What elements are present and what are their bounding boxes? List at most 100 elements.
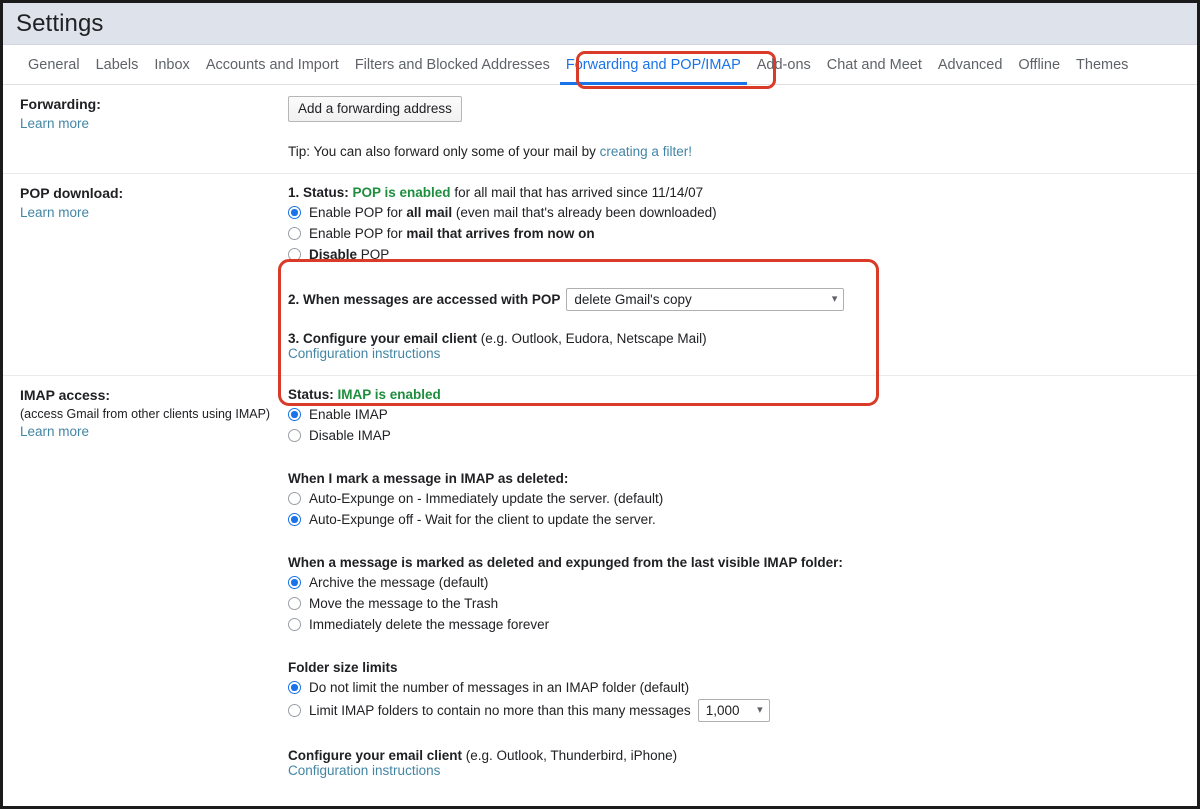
settings-tabbar: General Labels Inbox Accounts and Import… (3, 45, 1197, 85)
auto-expunge-on-label: Auto-Expunge on - Immediately update the… (309, 489, 663, 508)
radio-auto-expunge-on[interactable] (288, 492, 301, 505)
pop-step2-label: 2. When messages are accessed with POP (288, 292, 560, 307)
forwarding-tip-text: Tip: You can also forward only some of y… (288, 144, 600, 159)
imap-option-disable[interactable]: Disable IMAP (288, 426, 1197, 445)
imap-deleted-group: When a message is marked as deleted and … (288, 555, 1197, 634)
pop-option-disable[interactable]: Disable POP (288, 245, 1197, 264)
radio-folder-limit[interactable] (288, 704, 301, 717)
pop-opt2-post: POP (357, 247, 389, 262)
page-title: Settings (16, 10, 104, 38)
imap-enable-label: Enable IMAP (309, 405, 388, 424)
imap-configure-bold: Configure your email client (288, 748, 462, 763)
pop-option-from-now-on[interactable]: Enable POP for mail that arrives from no… (288, 224, 1197, 243)
imap-learn-more-link[interactable]: Learn more (20, 424, 89, 439)
imap-deleted-archive-option[interactable]: Archive the message (default) (288, 573, 1197, 592)
radio-delete-forever[interactable] (288, 618, 301, 631)
imap-configure-text: Configure your email client (e.g. Outloo… (288, 748, 1197, 763)
tab-offline[interactable]: Offline (1010, 45, 1068, 85)
folder-limit-value: 1,000 (706, 701, 740, 720)
imap-deleted-heading: When a message is marked as deleted and … (288, 555, 1197, 570)
forwarding-label-column: Forwarding: Learn more (3, 96, 288, 159)
pop-learn-more-link[interactable]: Learn more (20, 205, 89, 220)
pop-body: 1. Status: POP is enabled for all mail t… (288, 185, 1197, 361)
forwarding-tip: Tip: You can also forward only some of y… (288, 144, 1197, 159)
archive-message-label: Archive the message (default) (309, 573, 488, 592)
pop-step3-text: 3. Configure your email client (e.g. Out… (288, 331, 1197, 346)
pop-label-column: POP download: Learn more (3, 185, 288, 361)
tab-accounts-and-import[interactable]: Accounts and Import (198, 45, 347, 85)
radio-pop-disable[interactable] (288, 248, 301, 261)
folder-limit-select[interactable]: 1,000 ▾ (698, 699, 770, 722)
imap-subheading: (access Gmail from other clients using I… (20, 407, 288, 421)
imap-configure-client: Configure your email client (e.g. Outloo… (288, 748, 1197, 778)
forwarding-body: Add a forwarding address Tip: You can al… (288, 96, 1197, 159)
radio-imap-disable[interactable] (288, 429, 301, 442)
tab-chat-and-meet[interactable]: Chat and Meet (819, 45, 930, 85)
imap-status-value: IMAP is enabled (338, 387, 441, 402)
imap-deleted-trash-option[interactable]: Move the message to the Trash (288, 594, 1197, 613)
imap-body: Status: IMAP is enabled Enable IMAP Disa… (288, 387, 1197, 778)
imap-configuration-instructions-link[interactable]: Configuration instructions (288, 763, 440, 778)
imap-expunge-heading: When I mark a message in IMAP as deleted… (288, 471, 1197, 486)
settings-content: Forwarding: Learn more Add a forwarding … (3, 85, 1197, 792)
imap-expunge-off-option[interactable]: Auto-Expunge off - Wait for the client t… (288, 510, 1197, 529)
pop-status-value: POP is enabled (353, 185, 451, 200)
radio-archive-message[interactable] (288, 576, 301, 589)
tab-add-ons[interactable]: Add-ons (749, 45, 819, 85)
pop-opt0-pre: Enable POP for (309, 205, 406, 220)
radio-pop-from-now-on[interactable] (288, 227, 301, 240)
tab-themes[interactable]: Themes (1068, 45, 1136, 85)
radio-move-to-trash[interactable] (288, 597, 301, 610)
add-forwarding-address-button[interactable]: Add a forwarding address (288, 96, 462, 122)
forwarding-learn-more-link[interactable]: Learn more (20, 116, 89, 131)
creating-a-filter-link[interactable]: creating a filter! (600, 144, 692, 159)
pop-step2: 2. When messages are accessed with POP d… (288, 288, 1197, 311)
radio-auto-expunge-off[interactable] (288, 513, 301, 526)
pop-step3-rest: (e.g. Outlook, Eudora, Netscape Mail) (477, 331, 707, 346)
tab-advanced[interactable]: Advanced (930, 45, 1011, 85)
chevron-down-icon: ▾ (832, 294, 838, 305)
radio-imap-enable[interactable] (288, 408, 301, 421)
imap-label-column: IMAP access: (access Gmail from other cl… (3, 387, 288, 778)
pop-opt2-bold: Disable (309, 247, 357, 262)
forwarding-heading: Forwarding: (20, 96, 288, 112)
tab-labels[interactable]: Labels (88, 45, 147, 85)
imap-heading: IMAP access: (20, 387, 288, 403)
folder-no-limit-option[interactable]: Do not limit the number of messages in a… (288, 678, 1197, 697)
folder-limit-option[interactable]: Limit IMAP folders to contain no more th… (288, 699, 1197, 722)
imap-deleted-delete-option[interactable]: Immediately delete the message forever (288, 615, 1197, 634)
section-imap-access: IMAP access: (access Gmail from other cl… (3, 376, 1197, 792)
pop-access-action-select[interactable]: delete Gmail's copy ▾ (566, 288, 844, 311)
pop-opt0-post: (even mail that's already been downloade… (452, 205, 717, 220)
imap-option-enable[interactable]: Enable IMAP (288, 405, 1197, 424)
pop-opt1-bold: mail that arrives from now on (406, 226, 594, 241)
tab-filters-and-blocked-addresses[interactable]: Filters and Blocked Addresses (347, 45, 558, 85)
radio-no-folder-limit[interactable] (288, 681, 301, 694)
chevron-down-icon: ▾ (757, 705, 763, 716)
imap-folder-size-group: Folder size limits Do not limit the numb… (288, 660, 1197, 722)
folder-limit-label: Limit IMAP folders to contain no more th… (309, 701, 691, 720)
pop-status-line: 1. Status: POP is enabled for all mail t… (288, 185, 1197, 200)
radio-pop-all-mail[interactable] (288, 206, 301, 219)
pop-status-prefix: 1. Status: (288, 185, 353, 200)
pop-opt0-bold: all mail (406, 205, 452, 220)
pop-status-suffix: for all mail that has arrived since 11/1… (451, 185, 704, 200)
imap-expunge-group: When I mark a message in IMAP as deleted… (288, 471, 1197, 529)
pop-configuration-instructions-link[interactable]: Configuration instructions (288, 346, 440, 361)
imap-disable-label: Disable IMAP (309, 426, 391, 445)
tab-inbox[interactable]: Inbox (146, 45, 197, 85)
imap-expunge-on-option[interactable]: Auto-Expunge on - Immediately update the… (288, 489, 1197, 508)
pop-heading: POP download: (20, 185, 288, 201)
imap-configure-rest: (e.g. Outlook, Thunderbird, iPhone) (462, 748, 677, 763)
section-forwarding: Forwarding: Learn more Add a forwarding … (3, 85, 1197, 174)
settings-window: Settings General Labels Inbox Accounts a… (0, 0, 1200, 809)
folder-size-heading: Folder size limits (288, 660, 1197, 675)
window-header: Settings (3, 3, 1197, 45)
tab-general[interactable]: General (20, 45, 88, 85)
auto-expunge-off-label: Auto-Expunge off - Wait for the client t… (309, 510, 656, 529)
imap-status-prefix: Status: (288, 387, 338, 402)
tab-forwarding-and-pop-imap[interactable]: Forwarding and POP/IMAP (558, 45, 749, 85)
pop-option-all-mail[interactable]: Enable POP for all mail (even mail that'… (288, 203, 1197, 222)
pop-step3: 3. Configure your email client (e.g. Out… (288, 331, 1197, 361)
section-pop-download: POP download: Learn more 1. Status: POP … (3, 174, 1197, 376)
